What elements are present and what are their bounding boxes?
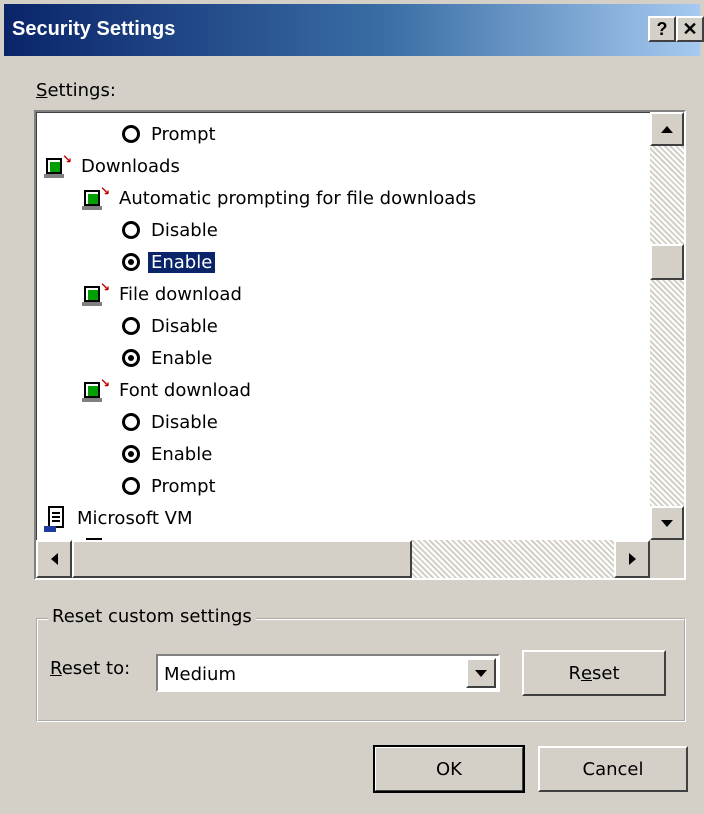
ok-button[interactable]: OK <box>373 745 525 793</box>
scroll-down-button[interactable] <box>650 506 684 540</box>
reset-button[interactable]: Re set <box>522 650 666 696</box>
reset-to-dropdown[interactable]: Medium <box>156 654 500 692</box>
tree-radio-option[interactable]: Enable <box>122 246 217 278</box>
arrow-right-icon <box>628 553 636 565</box>
settings-group-icon: ↘ <box>82 377 110 402</box>
tree-item-label: Font download <box>119 379 251 401</box>
tree-radio-option[interactable]: Disable <box>122 310 221 342</box>
security-settings-dialog: Security Settings ? ✕ Settings: Prompt ↘ D… <box>0 0 704 814</box>
reset-to-text: eset to: <box>61 658 131 679</box>
tree-radio-option[interactable]: Prompt <box>122 470 219 502</box>
scroll-right-button[interactable] <box>614 540 650 578</box>
reset-to-mnemonic: R <box>50 658 62 679</box>
reset-button-post: set <box>592 662 620 684</box>
tree-item-label: Disable <box>151 411 218 433</box>
tree-item-label: Automatic prompting for file downloads <box>119 187 477 209</box>
tree-category[interactable]: ↘ File download <box>82 278 245 310</box>
radio-unchecked-icon[interactable] <box>122 125 140 143</box>
radio-unchecked-icon[interactable] <box>122 317 140 335</box>
tree-item-label: Prompt <box>151 475 216 497</box>
horizontal-scrollbar[interactable] <box>36 540 650 578</box>
radio-unchecked-icon[interactable] <box>122 221 140 239</box>
document-icon <box>44 504 68 532</box>
settings-group-icon: ↘ <box>82 185 110 210</box>
arrow-down-icon <box>661 519 673 527</box>
reset-to-value: Medium <box>164 664 236 685</box>
tree-item-label: Enable <box>146 250 217 274</box>
tree-item-label: Prompt <box>151 123 216 145</box>
reset-button-pre: R <box>568 662 581 684</box>
tree-radio-option[interactable]: Disable <box>122 214 221 246</box>
settings-group-icon: ↘ <box>44 153 72 178</box>
radio-checked-icon[interactable] <box>122 445 140 463</box>
tree-radio-option[interactable]: Prompt <box>122 118 219 150</box>
tree-item-label: Disable <box>151 219 218 241</box>
tree-category[interactable]: ↘ Downloads <box>44 150 183 182</box>
reset-to-label: Reset to: <box>50 658 130 679</box>
reset-button-mnemonic: e <box>580 662 593 684</box>
chevron-down-icon <box>475 669 487 677</box>
tree-item-label: Enable <box>151 347 213 369</box>
radio-unchecked-icon[interactable] <box>122 477 140 495</box>
tree-item-label: Downloads <box>81 155 180 177</box>
tree-radio-option[interactable]: Disable <box>122 406 221 438</box>
arrow-up-icon <box>661 125 673 133</box>
tree-category[interactable]: ↘ Font download <box>82 374 254 406</box>
scrollbar-corner <box>650 540 684 578</box>
title-bar: Security Settings ? ✕ <box>4 4 704 56</box>
close-button[interactable]: ✕ <box>676 16 704 42</box>
tree-category[interactable]: ↘ Automatic prompting for file downloads <box>82 182 479 214</box>
tree-item-label: Microsoft VM <box>77 507 193 529</box>
tree-item-label: File download <box>119 283 242 305</box>
dialog-title: Security Settings <box>12 18 176 40</box>
radio-checked-icon[interactable] <box>122 349 140 367</box>
tree-category[interactable]: Microsoft VM <box>44 502 195 534</box>
reset-group-legend: Reset custom settings <box>48 606 256 627</box>
vertical-scrollbar[interactable] <box>650 112 684 540</box>
help-button[interactable]: ? <box>648 16 676 42</box>
tree-item-label: Enable <box>151 443 213 465</box>
tree-item-label: Disable <box>151 315 218 337</box>
arrow-left-icon <box>50 553 58 565</box>
scroll-up-button[interactable] <box>650 112 684 146</box>
settings-tree-list[interactable]: Prompt ↘ Downloads ↘ Automatic prompting for… <box>34 110 686 580</box>
tree-radio-option[interactable]: Enable <box>122 342 215 374</box>
vertical-scroll-thumb[interactable] <box>650 244 684 280</box>
settings-label-mnemonic: S <box>36 80 48 101</box>
settings-label: Settings: <box>36 80 116 101</box>
tree-radio-option[interactable]: Enable <box>122 438 215 470</box>
cancel-button[interactable]: Cancel <box>538 746 688 792</box>
dropdown-arrow-button[interactable] <box>466 658 496 688</box>
scroll-left-button[interactable] <box>36 540 72 578</box>
horizontal-scroll-thumb[interactable] <box>72 540 412 578</box>
radio-checked-icon[interactable] <box>122 253 140 271</box>
settings-group-icon: ↘ <box>82 281 110 306</box>
settings-tree: Prompt ↘ Downloads ↘ Automatic prompting for… <box>36 112 650 540</box>
radio-unchecked-icon[interactable] <box>122 413 140 431</box>
settings-label-text: ettings: <box>47 80 116 101</box>
